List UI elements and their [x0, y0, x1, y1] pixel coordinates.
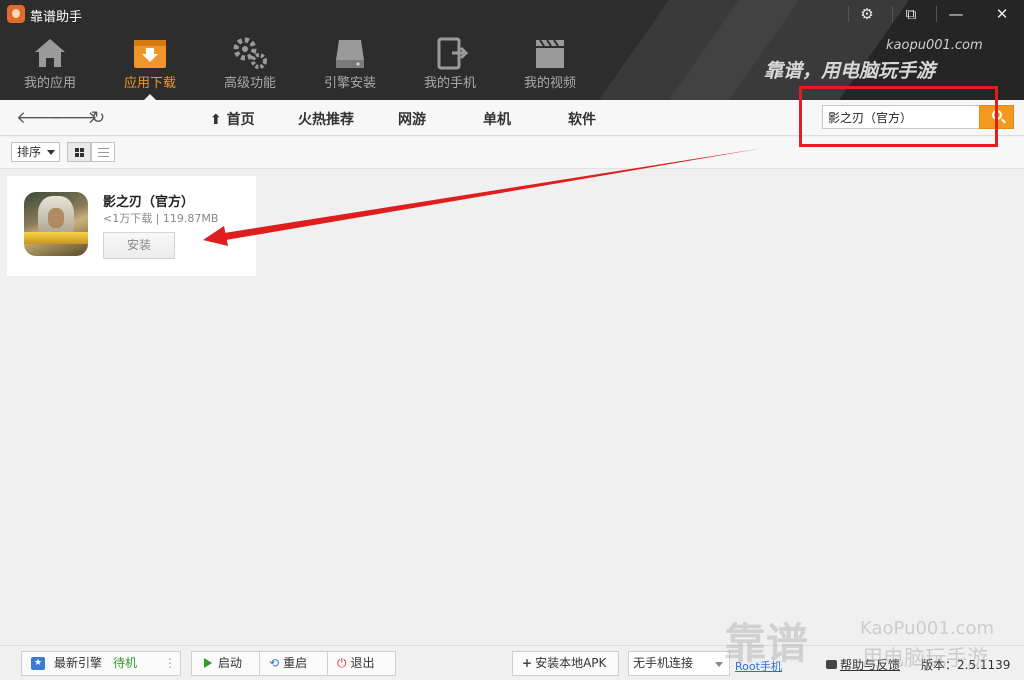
nav-label: 我的手机 — [423, 76, 476, 91]
chevron-down-icon — [715, 662, 723, 667]
close-icon[interactable]: ✕ — [985, 0, 1019, 28]
brand-slogan: 靠谱，用电脑玩手游 — [764, 60, 936, 82]
phone-export-icon — [400, 34, 500, 70]
home-icon — [0, 34, 100, 70]
tab-hot[interactable]: 火热推荐 — [298, 109, 354, 129]
more-icon[interactable]: ⋮ — [164, 652, 176, 675]
sort-label: 排序 — [17, 145, 42, 159]
minimize-icon[interactable]: — — [939, 0, 973, 28]
nav-label: 我的视频 — [523, 76, 576, 91]
app-logo-icon — [7, 5, 25, 23]
power-icon: ⏻ — [337, 656, 347, 670]
app-card[interactable]: 影之刃（官方） <1万下载 | 119.87MB 安装 — [7, 176, 256, 276]
grid-icon — [75, 148, 84, 157]
results-area: 影之刃（官方） <1万下载 | 119.87MB 安装 — [0, 170, 1024, 645]
nav-label: 引擎安装 — [323, 76, 376, 91]
drive-icon — [300, 34, 400, 70]
title-separator — [936, 6, 937, 22]
annotation-highlight-box — [799, 86, 998, 147]
install-apk-button[interactable]: + 安装本地APK — [512, 651, 619, 676]
meta-divider: | — [155, 212, 163, 225]
download-box-icon — [100, 34, 200, 70]
nav-item-engine-install[interactable]: 引擎安装 — [300, 34, 400, 100]
clapper-icon — [500, 34, 600, 70]
tab-online-games[interactable]: 网游 — [398, 109, 426, 129]
app-icon-art — [24, 232, 88, 244]
arrow-right-icon[interactable]: 🡒 — [52, 108, 98, 128]
nav-item-my-phone[interactable]: 我的手机 — [400, 34, 500, 100]
list-view-button[interactable] — [91, 142, 115, 162]
app-icon[interactable] — [24, 192, 88, 256]
home-small-icon: ⬆ — [210, 112, 222, 128]
title-bar: 靠谱助手 ⚙ ⧉ — ✕ — [0, 0, 1024, 28]
restart-icon: ⟲ — [269, 656, 280, 670]
watermark: 靠谱 KaoPu001.com 用电脑玩手游 — [724, 610, 1024, 680]
settings-icon[interactable]: ⚙ — [850, 0, 884, 28]
title-separator — [892, 6, 893, 22]
app-meta: <1万下载 | 119.87MB — [103, 210, 218, 226]
app-icon-art — [48, 208, 64, 228]
nav-item-my-apps[interactable]: 我的应用 — [0, 34, 100, 100]
phone-connection-dropdown[interactable]: 无手机连接 — [628, 651, 730, 676]
nav-item-app-download[interactable]: 应用下载 — [100, 34, 200, 100]
tab-single-player[interactable]: 单机 — [483, 109, 511, 129]
arrow-left-icon[interactable]: 🡐 — [16, 108, 62, 128]
restart-button[interactable]: ⟲ 重启 — [259, 651, 328, 676]
brand-site: kaopu001.com — [886, 38, 983, 53]
restore-icon[interactable]: ⧉ — [894, 0, 928, 28]
title-separator — [848, 6, 849, 22]
nav-item-advanced[interactable]: 高级功能 — [200, 34, 300, 100]
engine-label: 最新引擎 — [54, 656, 103, 670]
watermark-site: KaoPu001.com — [860, 618, 994, 639]
gears-icon — [200, 34, 300, 70]
watermark-logo: 靠谱 — [724, 619, 809, 668]
grid-view-button[interactable] — [67, 142, 91, 162]
exit-button[interactable]: ⏻ 退出 — [327, 651, 396, 676]
chevron-down-icon — [47, 150, 55, 155]
app-downloads: <1万下载 — [103, 212, 153, 225]
watermark-slogan: 用电脑玩手游 — [862, 646, 988, 670]
tab-software[interactable]: 软件 — [568, 109, 596, 129]
list-icon — [98, 148, 109, 157]
tab-home[interactable]: ⬆ 首页 — [210, 109, 255, 129]
start-button[interactable]: 启动 — [191, 651, 260, 676]
engine-status-text: 待机 — [113, 656, 138, 670]
nav-label: 应用下载 — [123, 76, 176, 91]
plus-icon: + — [522, 656, 533, 670]
engine-status[interactable]: ★ 最新引擎 待机 ⋮ — [21, 651, 181, 676]
app-header: 靠谱助手 ⚙ ⧉ — ✕ 我的应用 应用下载 高级功能 引擎安装 我的手机 我的… — [0, 0, 1024, 100]
nav-label: 我的应用 — [23, 76, 76, 91]
install-button[interactable]: 安装 — [103, 232, 175, 259]
app-title: 靠谱助手 — [30, 10, 83, 25]
nav-label: 高级功能 — [223, 76, 276, 91]
refresh-icon[interactable]: ↻ — [88, 108, 108, 128]
sort-dropdown[interactable]: 排序 — [11, 142, 60, 162]
star-icon: ★ — [31, 657, 45, 670]
app-size: 119.87MB — [162, 212, 219, 225]
app-name[interactable]: 影之刃（官方） — [103, 191, 194, 210]
nav-item-my-videos[interactable]: 我的视频 — [500, 34, 600, 100]
play-icon — [204, 658, 212, 668]
